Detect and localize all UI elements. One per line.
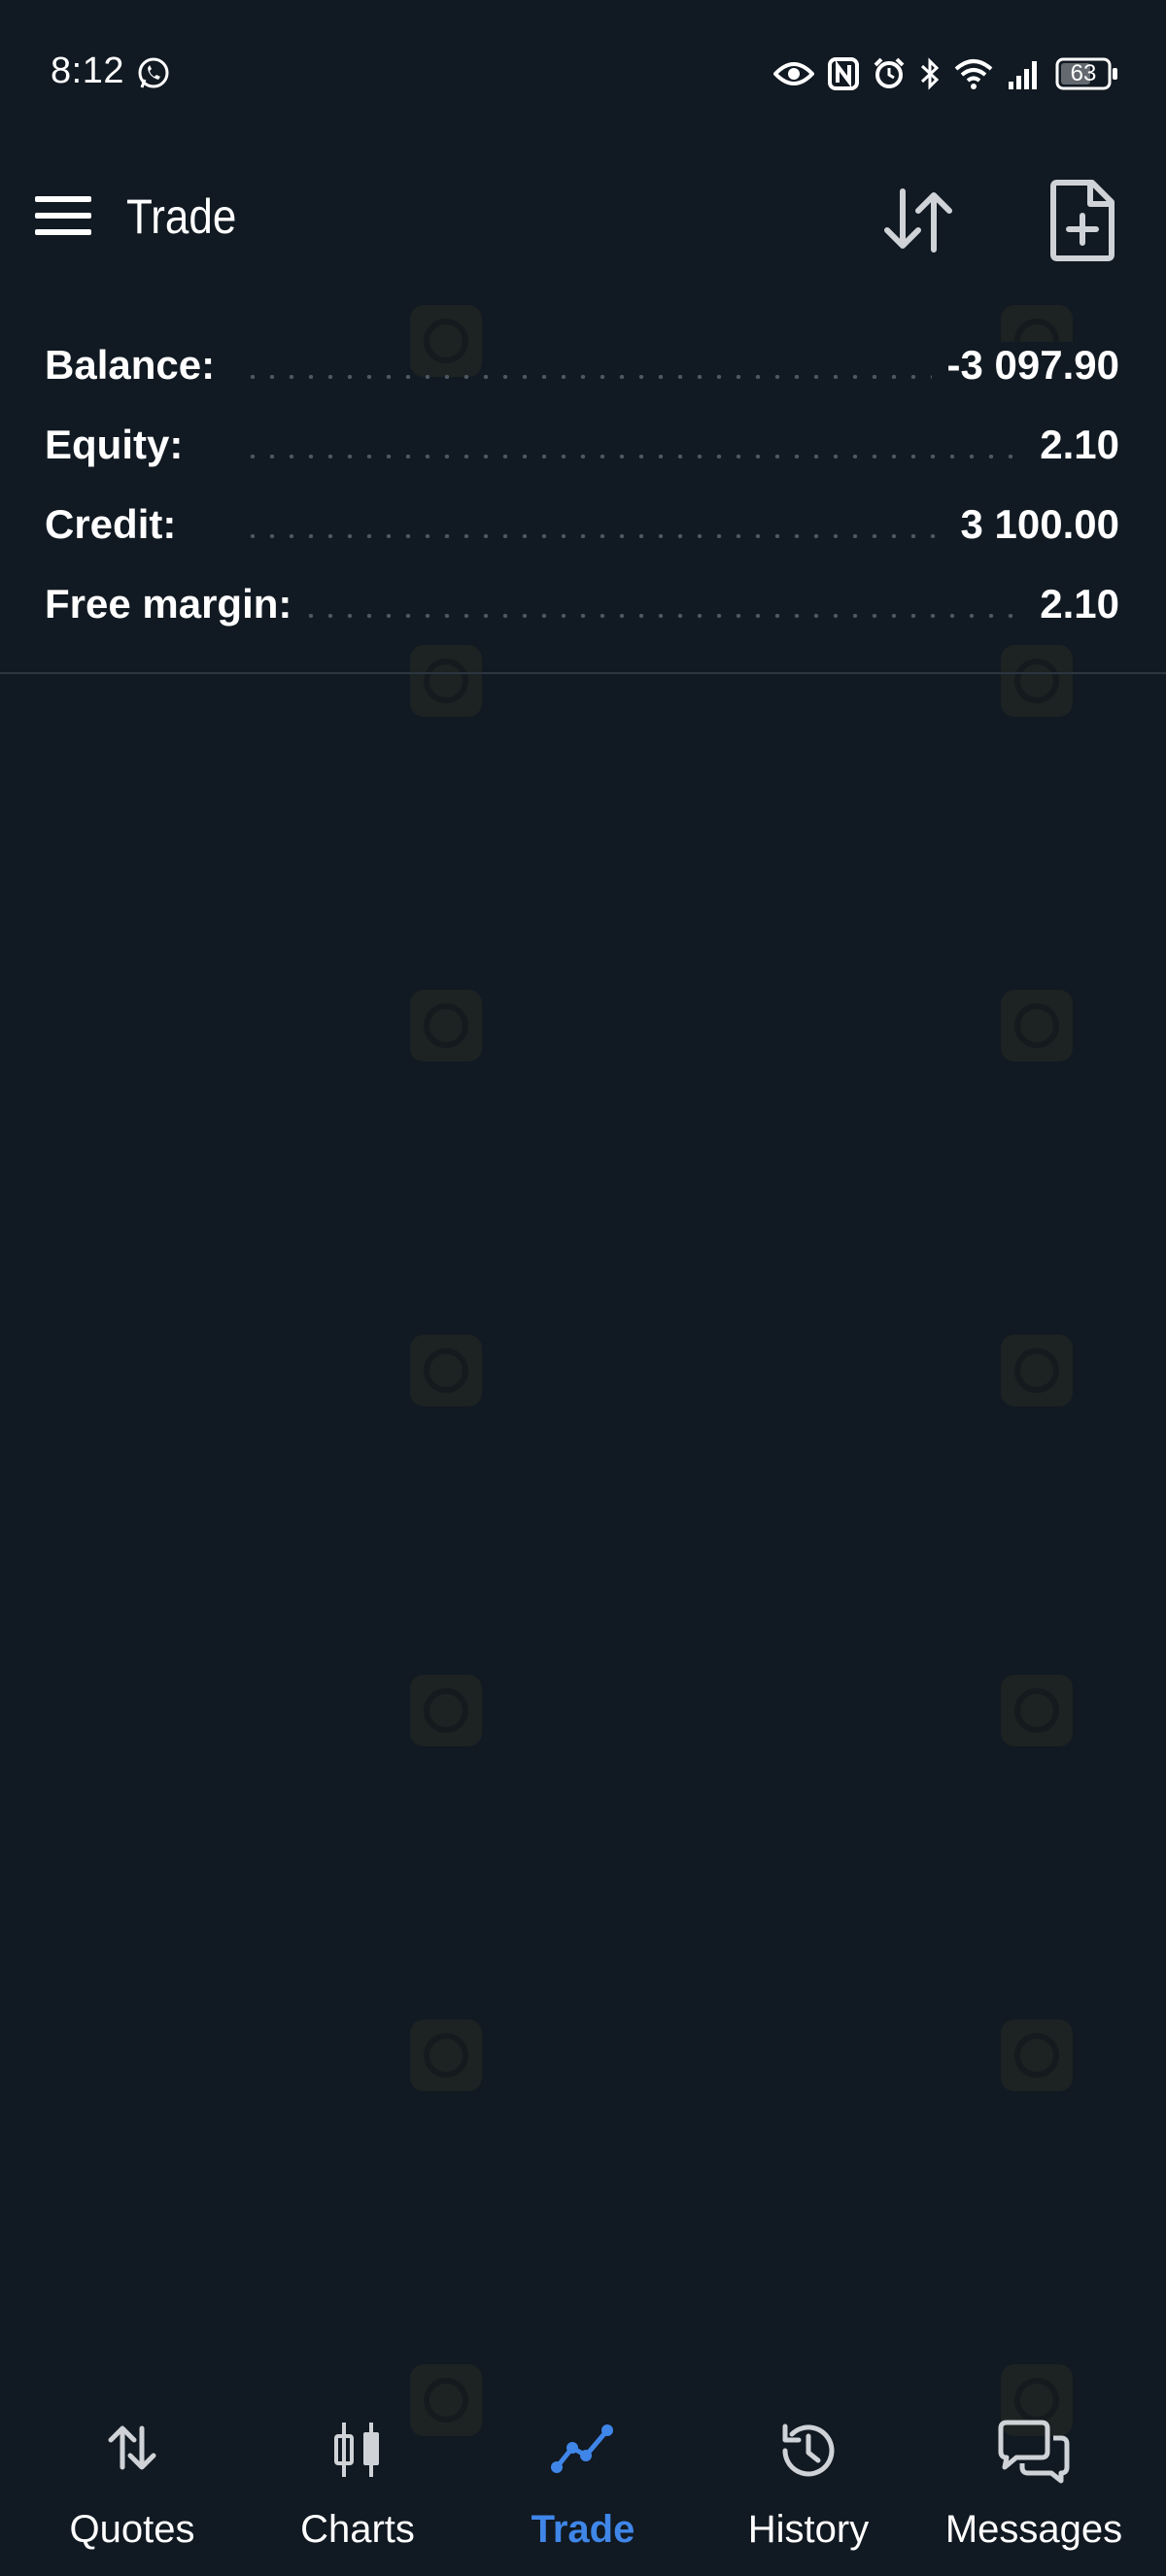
new-order-icon[interactable] — [1047, 179, 1117, 262]
battery-icon: 63 — [1055, 57, 1119, 90]
quotes-icon — [108, 2425, 156, 2470]
watermark-logo — [1001, 2019, 1073, 2091]
dotted-leader — [243, 375, 1020, 379]
watermark-logo — [1001, 645, 1073, 717]
account-summary: Balance: -3 097.90 Equity: 2.10 Credit: … — [0, 334, 1166, 653]
wifi-icon — [954, 59, 993, 89]
watermark-logo — [410, 1675, 482, 1746]
balance-label: Balance: — [45, 342, 231, 389]
app-bar: Trade — [0, 165, 1166, 272]
credit-label: Credit: — [45, 501, 192, 548]
summary-row-equity: Equity: 2.10 — [0, 414, 1166, 493]
free-margin-value: 2.10 — [1024, 581, 1119, 627]
dotted-leader — [243, 614, 1020, 618]
nav-label-messages: Messages — [944, 2508, 1123, 2551]
divider — [0, 672, 1166, 674]
whatsapp-icon — [138, 57, 169, 88]
watermark-logo — [1001, 990, 1073, 1062]
credit-value: 3 100.00 — [944, 501, 1119, 548]
nav-item-trade[interactable]: Trade — [470, 2399, 696, 2576]
nav-item-quotes[interactable]: Quotes — [19, 2399, 245, 2576]
watermark-logo — [410, 1335, 482, 1407]
watermark-logo — [1001, 1675, 1073, 1746]
charts-icon — [334, 2423, 379, 2477]
signal-icon — [1009, 61, 1037, 89]
summary-row-free-margin: Free margin: 2.10 — [0, 573, 1166, 653]
alarm-icon — [874, 57, 905, 88]
status-time: 8:12 — [51, 51, 124, 91]
nav-label-trade: Trade — [531, 2508, 635, 2551]
dotted-leader — [243, 534, 1020, 538]
equity-label: Equity: — [45, 422, 199, 468]
equity-value: 2.10 — [1024, 422, 1119, 468]
free-margin-label: Free margin: — [45, 581, 308, 627]
summary-row-credit: Credit: 3 100.00 — [0, 493, 1166, 573]
balance-value: -3 097.90 — [931, 342, 1119, 389]
nav-label-charts: Charts — [300, 2508, 415, 2551]
watermark-logo — [410, 645, 482, 717]
nav-label-history: History — [747, 2508, 870, 2551]
watermark-logo — [1001, 1335, 1073, 1407]
bluetooth-icon — [920, 57, 940, 90]
history-icon — [782, 2423, 835, 2477]
summary-row-balance: Balance: -3 097.90 — [0, 334, 1166, 414]
bottom-navigation: Quotes Charts Trade History Messages — [0, 2399, 1166, 2576]
nav-item-history[interactable]: History — [696, 2399, 921, 2576]
eye-icon — [773, 62, 814, 85]
nav-label-quotes: Quotes — [69, 2508, 195, 2551]
watermark-logo — [410, 2019, 482, 2091]
status-bar: 8:12 63 — [0, 0, 1166, 146]
watermark-logo — [410, 990, 482, 1062]
sort-icon[interactable] — [879, 182, 957, 259]
menu-icon[interactable] — [35, 194, 91, 237]
messages-icon — [998, 2420, 1070, 2484]
nfc-icon — [828, 57, 859, 90]
trade-icon — [551, 2424, 613, 2473]
nav-item-messages[interactable]: Messages — [921, 2399, 1147, 2576]
nav-item-charts[interactable]: Charts — [245, 2399, 470, 2576]
page-title: Trade — [126, 189, 237, 244]
battery-level: 63 — [1070, 60, 1097, 86]
dotted-leader — [243, 455, 1020, 458]
